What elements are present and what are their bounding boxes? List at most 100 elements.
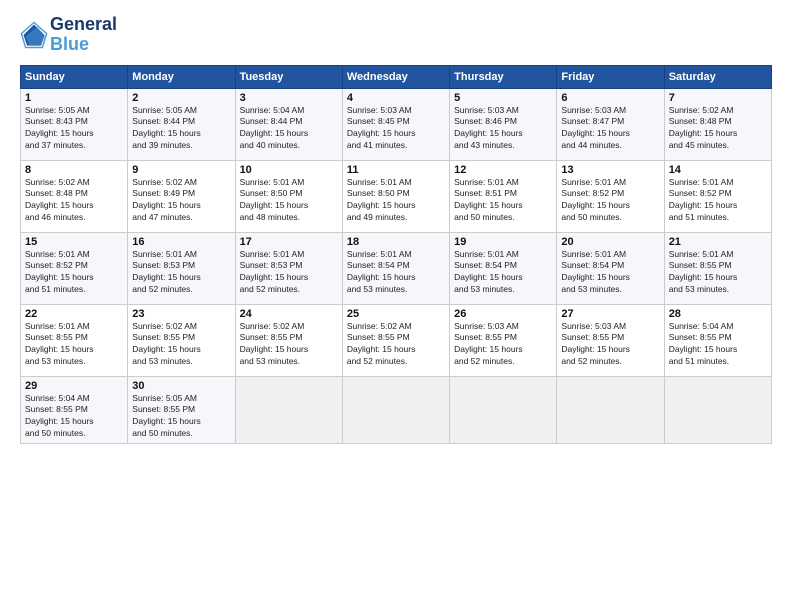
calendar-cell: 27Sunrise: 5:03 AM Sunset: 8:55 PM Dayli… (557, 304, 664, 376)
day-info: Sunrise: 5:02 AM Sunset: 8:55 PM Dayligh… (240, 321, 338, 369)
day-number: 5 (454, 92, 552, 104)
calendar-cell: 29Sunrise: 5:04 AM Sunset: 8:55 PM Dayli… (21, 376, 128, 444)
day-info: Sunrise: 5:03 AM Sunset: 8:55 PM Dayligh… (454, 321, 552, 369)
day-number: 21 (669, 236, 767, 248)
day-number: 22 (25, 308, 123, 320)
day-number: 28 (669, 308, 767, 320)
calendar-cell (450, 376, 557, 444)
day-info: Sunrise: 5:01 AM Sunset: 8:52 PM Dayligh… (561, 177, 659, 225)
calendar-cell: 16Sunrise: 5:01 AM Sunset: 8:53 PM Dayli… (128, 232, 235, 304)
calendar-cell: 20Sunrise: 5:01 AM Sunset: 8:54 PM Dayli… (557, 232, 664, 304)
calendar-cell: 3Sunrise: 5:04 AM Sunset: 8:44 PM Daylig… (235, 88, 342, 160)
calendar-cell: 24Sunrise: 5:02 AM Sunset: 8:55 PM Dayli… (235, 304, 342, 376)
day-info: Sunrise: 5:03 AM Sunset: 8:47 PM Dayligh… (561, 105, 659, 153)
day-info: Sunrise: 5:01 AM Sunset: 8:52 PM Dayligh… (25, 249, 123, 297)
day-info: Sunrise: 5:01 AM Sunset: 8:50 PM Dayligh… (240, 177, 338, 225)
day-info: Sunrise: 5:01 AM Sunset: 8:53 PM Dayligh… (132, 249, 230, 297)
day-info: Sunrise: 5:03 AM Sunset: 8:46 PM Dayligh… (454, 105, 552, 153)
calendar-cell (664, 376, 771, 444)
calendar-cell: 14Sunrise: 5:01 AM Sunset: 8:52 PM Dayli… (664, 160, 771, 232)
day-number: 20 (561, 236, 659, 248)
header: General Blue (20, 15, 772, 55)
calendar-cell: 9Sunrise: 5:02 AM Sunset: 8:49 PM Daylig… (128, 160, 235, 232)
day-number: 27 (561, 308, 659, 320)
day-number: 24 (240, 308, 338, 320)
day-header-saturday: Saturday (664, 65, 771, 88)
day-header-friday: Friday (557, 65, 664, 88)
calendar-cell: 17Sunrise: 5:01 AM Sunset: 8:53 PM Dayli… (235, 232, 342, 304)
week-row-3: 15Sunrise: 5:01 AM Sunset: 8:52 PM Dayli… (21, 232, 772, 304)
calendar-cell (235, 376, 342, 444)
day-number: 19 (454, 236, 552, 248)
day-number: 4 (347, 92, 445, 104)
day-info: Sunrise: 5:03 AM Sunset: 8:45 PM Dayligh… (347, 105, 445, 153)
day-info: Sunrise: 5:01 AM Sunset: 8:54 PM Dayligh… (454, 249, 552, 297)
calendar-cell: 13Sunrise: 5:01 AM Sunset: 8:52 PM Dayli… (557, 160, 664, 232)
day-header-wednesday: Wednesday (342, 65, 449, 88)
calendar-table: SundayMondayTuesdayWednesdayThursdayFrid… (20, 65, 772, 445)
calendar-cell (557, 376, 664, 444)
calendar-cell: 22Sunrise: 5:01 AM Sunset: 8:55 PM Dayli… (21, 304, 128, 376)
page: General Blue SundayMondayTuesdayWednesda… (0, 0, 792, 612)
day-info: Sunrise: 5:01 AM Sunset: 8:55 PM Dayligh… (25, 321, 123, 369)
logo: General Blue (20, 15, 117, 55)
calendar-header-row: SundayMondayTuesdayWednesdayThursdayFrid… (21, 65, 772, 88)
day-number: 13 (561, 164, 659, 176)
day-number: 23 (132, 308, 230, 320)
day-info: Sunrise: 5:05 AM Sunset: 8:43 PM Dayligh… (25, 105, 123, 153)
calendar-cell: 5Sunrise: 5:03 AM Sunset: 8:46 PM Daylig… (450, 88, 557, 160)
day-info: Sunrise: 5:04 AM Sunset: 8:55 PM Dayligh… (669, 321, 767, 369)
day-number: 15 (25, 236, 123, 248)
day-info: Sunrise: 5:02 AM Sunset: 8:49 PM Dayligh… (132, 177, 230, 225)
day-header-tuesday: Tuesday (235, 65, 342, 88)
day-info: Sunrise: 5:01 AM Sunset: 8:55 PM Dayligh… (669, 249, 767, 297)
day-info: Sunrise: 5:04 AM Sunset: 8:55 PM Dayligh… (25, 393, 123, 441)
day-number: 7 (669, 92, 767, 104)
day-info: Sunrise: 5:03 AM Sunset: 8:55 PM Dayligh… (561, 321, 659, 369)
calendar-cell: 6Sunrise: 5:03 AM Sunset: 8:47 PM Daylig… (557, 88, 664, 160)
day-info: Sunrise: 5:01 AM Sunset: 8:53 PM Dayligh… (240, 249, 338, 297)
day-header-sunday: Sunday (21, 65, 128, 88)
calendar-cell: 7Sunrise: 5:02 AM Sunset: 8:48 PM Daylig… (664, 88, 771, 160)
day-header-thursday: Thursday (450, 65, 557, 88)
day-number: 1 (25, 92, 123, 104)
calendar-cell: 18Sunrise: 5:01 AM Sunset: 8:54 PM Dayli… (342, 232, 449, 304)
day-number: 6 (561, 92, 659, 104)
day-info: Sunrise: 5:01 AM Sunset: 8:50 PM Dayligh… (347, 177, 445, 225)
day-info: Sunrise: 5:02 AM Sunset: 8:48 PM Dayligh… (25, 177, 123, 225)
calendar-cell (342, 376, 449, 444)
day-number: 29 (25, 380, 123, 392)
calendar-cell: 12Sunrise: 5:01 AM Sunset: 8:51 PM Dayli… (450, 160, 557, 232)
calendar-cell: 1Sunrise: 5:05 AM Sunset: 8:43 PM Daylig… (21, 88, 128, 160)
day-info: Sunrise: 5:01 AM Sunset: 8:52 PM Dayligh… (669, 177, 767, 225)
week-row-1: 1Sunrise: 5:05 AM Sunset: 8:43 PM Daylig… (21, 88, 772, 160)
calendar-cell: 15Sunrise: 5:01 AM Sunset: 8:52 PM Dayli… (21, 232, 128, 304)
calendar-cell: 30Sunrise: 5:05 AM Sunset: 8:55 PM Dayli… (128, 376, 235, 444)
day-number: 2 (132, 92, 230, 104)
week-row-5: 29Sunrise: 5:04 AM Sunset: 8:55 PM Dayli… (21, 376, 772, 444)
day-info: Sunrise: 5:05 AM Sunset: 8:44 PM Dayligh… (132, 105, 230, 153)
day-info: Sunrise: 5:01 AM Sunset: 8:51 PM Dayligh… (454, 177, 552, 225)
day-number: 3 (240, 92, 338, 104)
calendar-cell: 25Sunrise: 5:02 AM Sunset: 8:55 PM Dayli… (342, 304, 449, 376)
day-number: 18 (347, 236, 445, 248)
calendar-cell: 8Sunrise: 5:02 AM Sunset: 8:48 PM Daylig… (21, 160, 128, 232)
day-number: 25 (347, 308, 445, 320)
day-number: 11 (347, 164, 445, 176)
day-number: 9 (132, 164, 230, 176)
day-number: 10 (240, 164, 338, 176)
day-number: 8 (25, 164, 123, 176)
day-info: Sunrise: 5:01 AM Sunset: 8:54 PM Dayligh… (347, 249, 445, 297)
logo-icon (20, 21, 48, 49)
day-number: 30 (132, 380, 230, 392)
calendar-cell: 2Sunrise: 5:05 AM Sunset: 8:44 PM Daylig… (128, 88, 235, 160)
day-number: 14 (669, 164, 767, 176)
calendar-cell: 11Sunrise: 5:01 AM Sunset: 8:50 PM Dayli… (342, 160, 449, 232)
day-info: Sunrise: 5:04 AM Sunset: 8:44 PM Dayligh… (240, 105, 338, 153)
calendar-cell: 26Sunrise: 5:03 AM Sunset: 8:55 PM Dayli… (450, 304, 557, 376)
day-info: Sunrise: 5:05 AM Sunset: 8:55 PM Dayligh… (132, 393, 230, 441)
calendar-cell: 28Sunrise: 5:04 AM Sunset: 8:55 PM Dayli… (664, 304, 771, 376)
day-number: 17 (240, 236, 338, 248)
calendar-cell: 4Sunrise: 5:03 AM Sunset: 8:45 PM Daylig… (342, 88, 449, 160)
calendar-cell: 21Sunrise: 5:01 AM Sunset: 8:55 PM Dayli… (664, 232, 771, 304)
